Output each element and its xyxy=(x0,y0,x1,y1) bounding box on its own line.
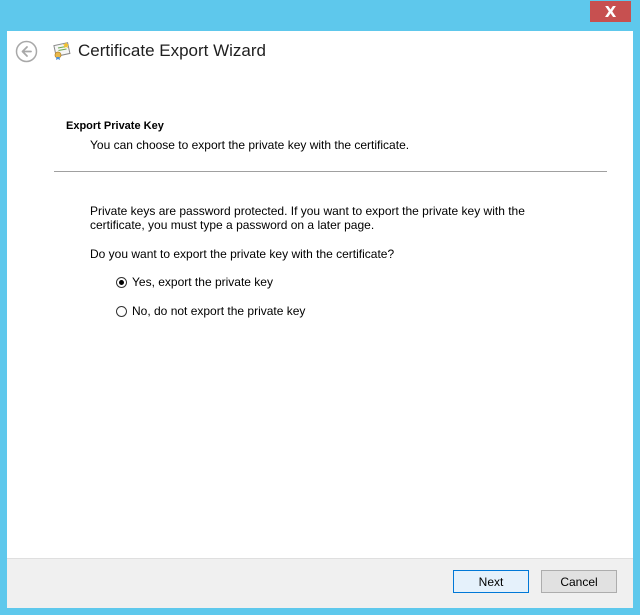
certificate-wizard-icon xyxy=(51,41,73,61)
radio-label-no: No, do not export the private key xyxy=(132,304,306,318)
radio-dot xyxy=(119,279,124,285)
wizard-window: X Certificate Export Wizard Export Priva… xyxy=(0,0,640,615)
radio-button-selected[interactable] xyxy=(116,276,127,288)
radio-export-no[interactable]: No, do not export the private key xyxy=(116,304,305,318)
export-question: Do you want to export the private key wi… xyxy=(90,247,395,261)
radio-label-yes: Yes, export the private key xyxy=(132,275,273,289)
section-description: You can choose to export the private key… xyxy=(90,138,410,152)
radio-export-yes[interactable]: Yes, export the private key xyxy=(116,275,273,289)
info-text: Private keys are password protected. If … xyxy=(90,204,590,232)
info-line-1: Private keys are password protected. If … xyxy=(90,204,525,218)
wizard-title: Certificate Export Wizard xyxy=(78,41,266,60)
close-button[interactable]: X xyxy=(590,1,631,22)
header-divider xyxy=(54,171,607,172)
info-line-2: certificate, you must type a password on… xyxy=(90,218,375,232)
wizard-footer: Next Cancel xyxy=(7,558,633,608)
cancel-button[interactable]: Cancel xyxy=(541,570,617,593)
radio-button-unselected[interactable] xyxy=(116,305,127,317)
back-button[interactable] xyxy=(15,40,38,63)
section-title: Export Private Key xyxy=(66,120,164,132)
back-arrow-icon xyxy=(15,40,38,63)
title-bar[interactable]: X xyxy=(0,0,640,30)
wizard-content: Export Private Key You can choose to exp… xyxy=(7,72,633,558)
next-button[interactable]: Next xyxy=(453,570,529,593)
wizard-header: Certificate Export Wizard xyxy=(7,31,633,72)
